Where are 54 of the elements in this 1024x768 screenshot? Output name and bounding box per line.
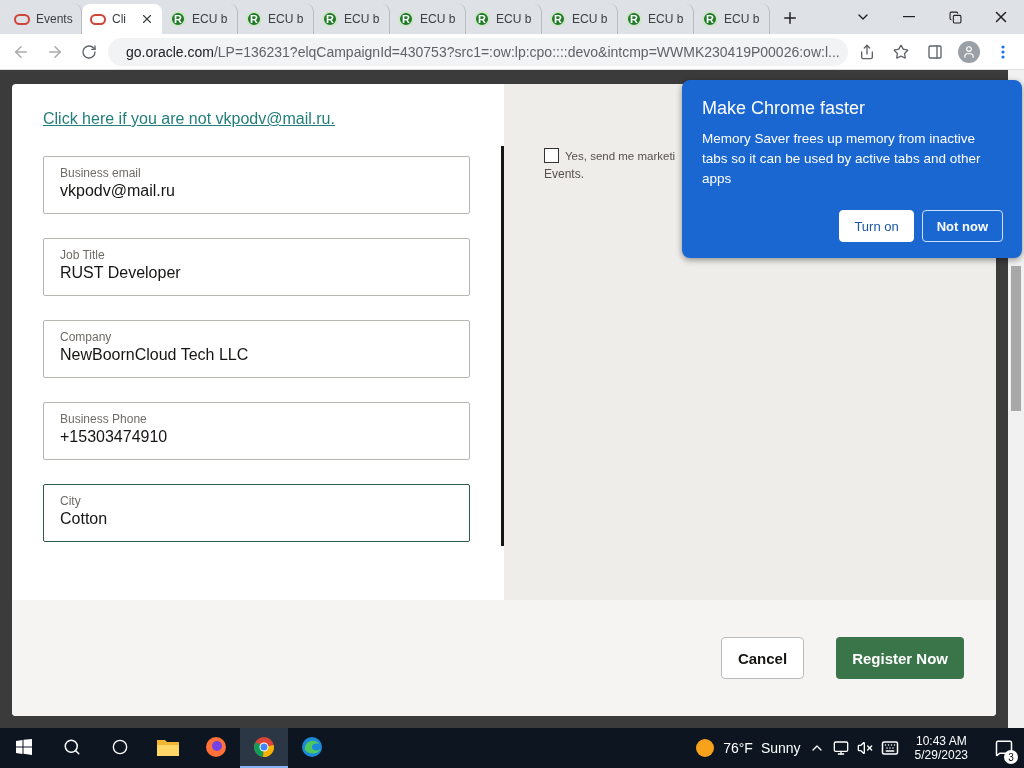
close-icon[interactable] [140,12,154,26]
network-icon[interactable] [832,740,849,756]
site-logo-icon: R [398,11,414,27]
text-field[interactable]: Business Phone +15303474910 [43,402,470,460]
search-icon [63,738,81,756]
weather-text: Sunny [760,740,801,756]
turn-on-button[interactable]: Turn on [839,210,914,242]
scrollbar-thumb[interactable] [501,146,504,546]
text-field[interactable]: City Cotton [43,484,470,542]
site-logo-icon: R [474,11,490,27]
sun-icon [695,738,716,758]
taskbar-app[interactable] [240,728,288,768]
site-logo-icon: R [170,11,186,27]
not-now-button[interactable]: Not now [921,210,1003,242]
consent-text: Yes, send me marketi [565,149,676,162]
plus-icon [781,9,799,27]
share-icon [859,43,875,60]
notification-count: 3 [1004,750,1018,764]
avatar-icon [958,40,980,63]
folder-icon [157,738,179,756]
browser-tab[interactable]: Cli [82,4,162,34]
temperature-text: 76°F [723,740,753,756]
text-field[interactable]: Job Title RUST Developer [43,238,470,296]
popup-text: Memory Saver frees up memory from inactive tabs so it can be used by active tabs and other apps [702,130,982,188]
popup-title: Make Chrome faster [702,98,867,119]
side-panel-icon [927,43,943,60]
circle-icon [112,739,128,755]
keyboard-icon[interactable] [880,739,899,757]
oracle-logo-icon [90,13,106,25]
site-logo-icon: R [550,11,566,27]
site-logo-icon: R [626,11,642,27]
edge-icon [301,736,323,758]
switch-account-link[interactable]: Click here if you are not vkpodv@mail.ru. [43,110,470,128]
address-bar[interactable]: go.oracle.com/LP=136231?elqCampaignId=430753?src1=:ow:lp:cpo::::devo&intcmp=WWMK230419P00026:ow:l... [108,37,848,66]
star-icon [893,43,909,60]
cancel-button[interactable]: Cancel [720,637,805,679]
site-logo-icon: R [702,11,718,27]
windows-icon [16,739,32,755]
text-field[interactable]: Company NewBoornCloud Tech LLC [43,320,470,378]
reload-icon [81,43,97,60]
notifications-button[interactable]: 3 [984,730,1024,766]
clock[interactable]: 10:43 AM 5/29/2023 [906,734,976,762]
consent-checkbox[interactable] [544,148,559,163]
register-button[interactable]: Register Now [836,637,964,679]
site-logo-icon: R [246,11,262,27]
text-field[interactable]: Business email vkpodv@mail.ru [43,156,470,214]
oracle-logo-icon [14,13,30,25]
volume-muted-icon[interactable] [856,740,873,756]
minimize-icon [903,16,915,18]
restore-icon [948,10,962,24]
menu-icon [1001,44,1005,59]
firefox-icon [205,736,227,758]
site-logo-icon: R [322,11,338,27]
chrome-icon [253,736,275,758]
